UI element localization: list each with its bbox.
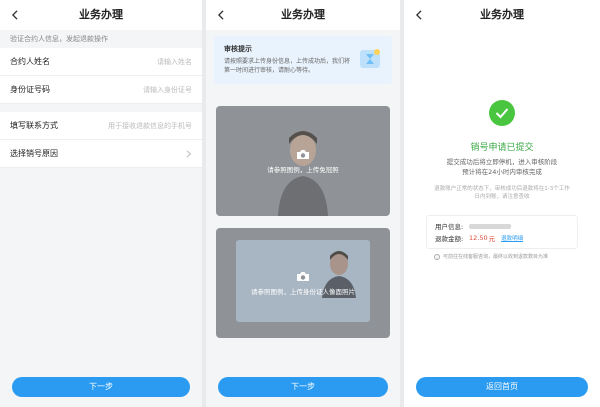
amount-row: 退款金额: 12.50 元 退款明细 xyxy=(435,232,569,244)
chevron-left-icon xyxy=(415,10,422,20)
camera-icon xyxy=(297,149,309,159)
form-section: 合约人姓名 请输入姓名 身份证号码 请输入身份证号 xyxy=(0,48,202,104)
id-card-upload[interactable]: 请参照图例，上传身份证人像面照片 xyxy=(216,228,390,338)
amount-unit: 元 xyxy=(488,235,496,243)
status-line: 预计将在24小时内审核完成 xyxy=(462,168,542,176)
chevron-right-icon xyxy=(186,150,192,157)
upload-overlay: 请参照图例，上传免冠照 xyxy=(216,106,390,216)
page-title: 业务办理 xyxy=(480,8,524,21)
face-photo-upload[interactable]: 请参照图例，上传免冠照 xyxy=(216,106,390,216)
field-label: 身份证号码 xyxy=(10,85,50,94)
upload-card-label: 请参照图例，上传身份证人像面照片 xyxy=(251,287,355,296)
next-button[interactable]: 下一步 xyxy=(218,377,388,397)
back-button[interactable] xyxy=(214,0,228,30)
back-home-button[interactable]: 返回首页 xyxy=(416,377,588,397)
phone-input[interactable]: 用于接收退款信息的手机号 xyxy=(108,121,192,131)
field-label: 合约人姓名 xyxy=(10,57,50,66)
status-line: 提交成功后将立即停机，进入审核阶段 xyxy=(446,158,558,166)
masked-user-info xyxy=(469,223,511,229)
hint-row: i 可前往在线客服咨询，最终以收到退款数目为准 xyxy=(434,253,600,260)
identity-form-screen: 业务办理 验证合约人信息，发起退款操作 合约人姓名 请输入姓名 身份证号码 请输… xyxy=(0,0,202,407)
hourglass-illustration-icon xyxy=(360,49,380,68)
contact-field[interactable]: 填写联系方式 用于接收退款信息的手机号 xyxy=(0,112,202,140)
success-check-icon xyxy=(489,100,515,126)
nav-bar: 业务办理 xyxy=(0,0,202,30)
camera-icon xyxy=(297,271,309,281)
id-number-field[interactable]: 身份证号码 请输入身份证号 xyxy=(0,76,202,104)
reason-selector[interactable]: 选择销号原因 xyxy=(0,140,202,168)
status-subtext: 提交成功后将立即停机，进入审核阶段 预计将在24小时内审核完成 xyxy=(404,157,600,177)
field-label: 选择销号原因 xyxy=(10,149,58,158)
user-info-label: 用户信息: xyxy=(435,223,464,231)
refund-note: 退款账户正常的状态下，审核成功后退款将在1-3个工作日内到账，请注意查收 xyxy=(434,186,570,200)
upload-screen: 业务办理 审核提示 请按照要求上传身份信息，上传成功后，我们将第一时间进行审核，… xyxy=(206,0,400,407)
amount-label: 退款金额: xyxy=(435,235,464,243)
user-info-row: 用户信息: xyxy=(435,220,569,232)
name-field[interactable]: 合约人姓名 请输入姓名 xyxy=(0,48,202,76)
nav-bar: 业务办理 xyxy=(206,0,400,30)
id-number-input[interactable]: 请输入身份证号 xyxy=(143,85,192,95)
field-label: 填写联系方式 xyxy=(10,121,58,130)
info-icon: i xyxy=(434,253,440,260)
tip-text: 请按照要求上传身份信息，上传成功后，我们将第一时间进行审核，请耐心等待。 xyxy=(224,58,351,74)
name-input[interactable]: 请输入姓名 xyxy=(157,57,192,67)
next-button[interactable]: 下一步 xyxy=(12,377,190,397)
page-title: 业务办理 xyxy=(79,8,123,21)
form-section: 填写联系方式 用于接收退款信息的手机号 选择销号原因 xyxy=(0,112,202,168)
hint-text: 可前往在线客服咨询，最终以收到退款数目为准 xyxy=(443,254,549,260)
upload-face-label: 请参照图例，上传免冠照 xyxy=(267,165,339,174)
chevron-left-icon xyxy=(11,10,18,20)
back-button[interactable] xyxy=(412,0,426,30)
section-gap xyxy=(0,104,202,112)
status-title: 销号申请已提交 xyxy=(470,143,534,153)
submitted-screen: 业务办理 销号申请已提交 提交成功后将立即停机，进入审核阶段 预计将在24小时内… xyxy=(404,0,600,407)
upload-overlay: 请参照图例，上传身份证人像面照片 xyxy=(216,228,390,338)
chevron-left-icon xyxy=(217,10,224,20)
review-tip-card: 审核提示 请按照要求上传身份信息，上传成功后，我们将第一时间进行审核，请耐心等待… xyxy=(214,36,392,84)
notice-text: 验证合约人信息，发起退款操作 xyxy=(0,30,202,48)
page-title: 业务办理 xyxy=(281,8,325,21)
refund-info-card: 用户信息: 退款金额: 12.50 元 退款明细 xyxy=(426,215,578,249)
back-button[interactable] xyxy=(8,0,22,30)
nav-bar: 业务办理 xyxy=(404,0,600,30)
refund-detail-link[interactable]: 退款明细 xyxy=(501,234,523,242)
amount-value: 12.50 xyxy=(469,234,488,242)
